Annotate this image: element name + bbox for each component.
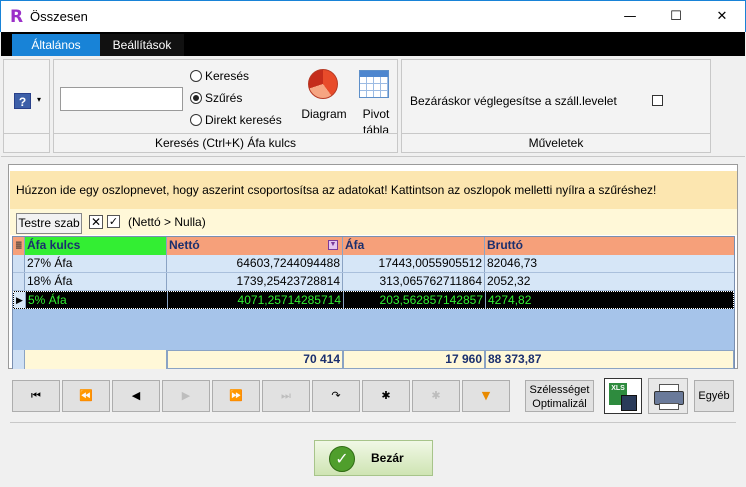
footer-afa-sum: 17 960 xyxy=(343,350,485,369)
column-header-brutto[interactable]: Bruttó xyxy=(485,237,734,255)
footer-afa-kulcs xyxy=(25,350,167,369)
pie-chart-icon xyxy=(308,69,338,99)
column-header-afa-kulcs[interactable]: Áfa kulcs xyxy=(25,237,167,255)
filter-bar: Testre szab ✕ ✓ (Nettó > Nulla) xyxy=(10,209,737,235)
checkmark-icon: ✓ xyxy=(329,446,355,472)
column-header-afa[interactable]: Áfa xyxy=(343,237,485,255)
nav-insert-button[interactable]: ✱ xyxy=(362,380,410,412)
table-row[interactable]: 27% Áfa 64603,7244094488 17443,005590551… xyxy=(13,255,734,273)
other-button[interactable]: Egyéb xyxy=(694,380,734,412)
cell-afa-kulcs[interactable]: 27% Áfa xyxy=(25,255,167,272)
footer-indicator xyxy=(13,350,25,369)
cell-afa[interactable]: 203,562857142857 xyxy=(344,292,486,308)
radio-kereses[interactable]: Keresés xyxy=(190,68,249,86)
tab-strip: Általános Beállítások xyxy=(1,32,745,56)
help-dropdown-button[interactable]: ? ▾ xyxy=(11,90,49,112)
close-button-label: Bezár xyxy=(371,451,404,465)
print-button[interactable] xyxy=(648,378,688,414)
footer-brutto-sum: 88 373,87 xyxy=(485,350,734,369)
nav-next-page-button[interactable]: ⏩ xyxy=(212,380,260,412)
operations-group-caption: Műveletek xyxy=(402,133,710,152)
customize-button[interactable]: Testre szab xyxy=(16,213,82,234)
finalize-checkbox-label: Bezáráskor véglegesítse a száll.levelet xyxy=(410,94,617,108)
data-grid: ≣ Áfa kulcs Nettó ▼ Áfa Bruttó 27% Áfa 64… xyxy=(12,236,735,369)
grid-header-row: ≣ Áfa kulcs Nettó ▼ Áfa Bruttó xyxy=(13,237,734,255)
divider xyxy=(10,422,736,423)
close-window-button[interactable]: ✕ xyxy=(699,1,745,32)
radio-label: Direkt keresés xyxy=(205,113,282,127)
nav-prev-button[interactable]: ◀ xyxy=(112,380,160,412)
app-logo-icon: R xyxy=(10,7,24,27)
printer-tray xyxy=(659,403,679,410)
cell-brutto[interactable]: 4274,82 xyxy=(486,292,735,308)
search-group: Keresés Szűrés Direkt keresés Diagram Pi… xyxy=(53,59,398,153)
help-icon: ? xyxy=(14,93,31,109)
tab-beallitasok[interactable]: Beállítások xyxy=(100,34,184,56)
nav-prev-page-button[interactable]: ⏪ xyxy=(62,380,110,412)
cell-brutto[interactable]: 2052,32 xyxy=(485,273,734,290)
cell-brutto[interactable]: 82046,73 xyxy=(485,255,734,272)
help-group-caption xyxy=(4,133,49,152)
row-indicator[interactable] xyxy=(13,273,25,290)
filter-active-icon[interactable]: ▼ xyxy=(328,240,338,250)
cell-afa[interactable]: 17443,0055905512 xyxy=(343,255,485,272)
nav-filter-button[interactable]: ▼ xyxy=(462,380,510,412)
grid-footer-row: 70 414 17 960 88 373,87 xyxy=(13,350,734,369)
radio-icon xyxy=(190,70,202,82)
minimize-button[interactable]: — xyxy=(607,1,653,32)
radio-label: Szűrés xyxy=(205,91,243,105)
current-row-indicator-icon[interactable]: ▶ xyxy=(14,292,26,308)
title-bar: R Összesen — ☐ ✕ xyxy=(0,0,746,32)
nav-last-button[interactable]: ⏭ xyxy=(262,380,310,412)
filter-expression[interactable]: (Nettó > Nulla) xyxy=(128,215,206,229)
diagram-label: Diagram xyxy=(301,107,347,121)
filter-enabled-checkbox[interactable]: ✓ xyxy=(107,215,120,228)
cell-afa[interactable]: 313,065762711864 xyxy=(343,273,485,290)
diagram-button[interactable]: Diagram xyxy=(294,62,354,132)
grid-panel: Húzzon ide egy oszlopnevet, hogy aszerin… xyxy=(8,164,738,369)
clear-filter-icon[interactable]: ✕ xyxy=(89,215,103,229)
radio-direkt-kereses[interactable]: Direkt keresés xyxy=(190,112,282,130)
search-input[interactable] xyxy=(60,87,183,111)
help-group: ? ▾ xyxy=(3,59,50,153)
nav-delete-button[interactable]: ✱ xyxy=(412,380,460,412)
maximize-button[interactable]: ☐ xyxy=(653,1,699,32)
table-row-selected[interactable]: ▶ 5% Áfa 4071,25714285714 203,5628571428… xyxy=(13,291,734,309)
finalize-checkbox[interactable] xyxy=(652,95,663,106)
radio-label: Keresés xyxy=(205,69,250,83)
floppy-disk-icon xyxy=(621,395,637,411)
tab-altalanos[interactable]: Általános xyxy=(12,34,100,56)
radio-icon xyxy=(190,114,202,126)
close-button[interactable]: ✓ Bezár xyxy=(314,440,433,476)
radio-szures[interactable]: Szűrés xyxy=(190,90,242,108)
cell-netto[interactable]: 1739,25423728814 xyxy=(167,273,343,290)
nav-first-button[interactable]: ⏮ xyxy=(12,380,60,412)
operations-group: Bezáráskor véglegesítse a száll.levelet … xyxy=(401,59,711,153)
cell-netto[interactable]: 4071,25714285714 xyxy=(168,292,344,308)
nav-refresh-button[interactable]: ↷ xyxy=(312,380,360,412)
footer-netto-sum: 70 414 xyxy=(167,350,343,369)
window-title: Összesen xyxy=(30,9,88,24)
search-group-caption: Keresés (Ctrl+K) Áfa kulcs xyxy=(54,133,397,152)
chevron-down-icon: ▾ xyxy=(37,95,42,104)
table-row[interactable]: 18% Áfa 1739,25423728814 313,06576271186… xyxy=(13,273,734,291)
column-header-netto[interactable]: Nettó ▼ xyxy=(167,237,343,255)
pivot-table-button[interactable]: Pivot tábla xyxy=(354,62,398,137)
ribbon: ? ▾ Keresés Szűrés Direkt keresés Diagra… xyxy=(1,56,745,157)
optimize-width-button[interactable]: Szélességet Optimalizál xyxy=(525,380,594,412)
export-xls-button[interactable]: XLS xyxy=(604,378,642,414)
pivot-table-icon xyxy=(359,70,389,98)
cell-netto[interactable]: 64603,7244094488 xyxy=(167,255,343,272)
group-by-hint[interactable]: Húzzon ide egy oszlopnevet, hogy aszerin… xyxy=(10,171,737,209)
cell-afa-kulcs[interactable]: 18% Áfa xyxy=(25,273,167,290)
nav-next-button[interactable]: ▶ xyxy=(162,380,210,412)
cell-afa-kulcs[interactable]: 5% Áfa xyxy=(26,292,168,308)
column-chooser-icon[interactable]: ≣ xyxy=(13,237,25,255)
row-indicator[interactable] xyxy=(13,255,25,272)
radio-checked-icon xyxy=(190,92,202,104)
